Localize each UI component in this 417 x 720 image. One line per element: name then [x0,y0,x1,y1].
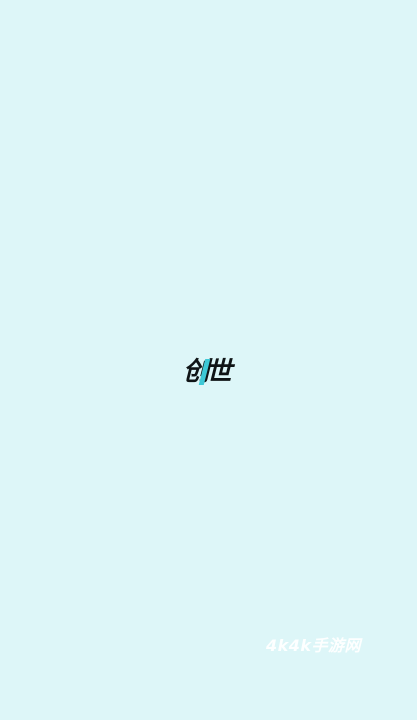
splash-screen: 创 世 4k4k手游网 [0,0,417,720]
logo-char-shi: 世 [206,357,233,387]
app-logo: 创 世 [183,355,235,389]
watermark-text: 4k4k手游网 [266,636,362,655]
